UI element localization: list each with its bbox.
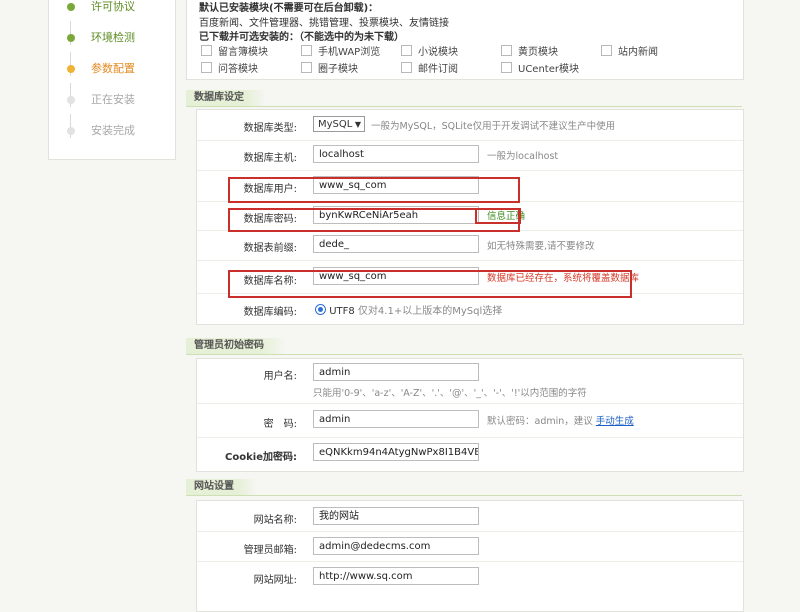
module-option[interactable]: 邮件订阅 (401, 62, 458, 75)
db-name-row: 数据库名称: www_sq_com 数据库已经存在，系统将覆盖数据库 (197, 260, 743, 294)
module-option[interactable]: 手机WAP浏览 (301, 45, 380, 58)
radio-selected-icon[interactable] (315, 304, 326, 315)
db-prefix-input[interactable]: dede_ (313, 235, 479, 253)
db-pass-input[interactable]: bynKwRCeNiAr5eah (313, 206, 479, 224)
site-name-row: 网站名称: 我的网站 (197, 501, 743, 532)
module-option[interactable]: 圈子模块 (301, 62, 358, 75)
admin-settings-panel: 用户名: admin 只能用'0-9'、'a-z'、'A-Z'、'.'、'@'、… (196, 358, 744, 472)
checkbox-icon[interactable] (601, 45, 612, 56)
db-charset-label: 数据库编码: (243, 307, 297, 318)
admin-pass-input[interactable]: admin (313, 410, 479, 428)
db-host-note: 一般为localhost (487, 151, 559, 162)
site-name-label: 网站名称: (253, 515, 297, 526)
db-charset-option[interactable]: UTF8 仅对4.1+以上版本的MySql选择 (315, 302, 502, 317)
db-host-input[interactable]: localhost (313, 145, 479, 163)
step-label: 环境检测 (91, 31, 135, 44)
step-done-dot-icon (67, 3, 75, 11)
site-url-input[interactable]: http://www.sq.com (313, 567, 479, 585)
db-type-note: 一般为MySQL，SQLite仅用于开发调试不建议生产中使用 (371, 121, 616, 132)
installed-modules-title: 默认已安装模块(不需要可在后台卸载)： (199, 3, 379, 14)
step-label: 正在安装 (91, 93, 135, 106)
db-type-row: 数据库类型: MySQL ▼ 一般为MySQL，SQLite仅用于开发调试不建议生… (197, 110, 743, 141)
db-prefix-note: 如无特殊需要,请不要修改 (487, 241, 595, 252)
generate-password-link[interactable]: 手动生成 (596, 416, 634, 427)
db-prefix-label: 数据表前缀: (243, 243, 297, 254)
site-name-input[interactable]: 我的网站 (313, 507, 479, 525)
admin-pass-note: 默认密码：admin，建议 手动生成 (487, 416, 634, 427)
site-email-label: 管理员邮箱: (243, 545, 297, 556)
step-done-dot-icon (67, 34, 75, 42)
optional-modules-title: 已下载并可选安装的：（不能选中的为未下载） (199, 32, 404, 43)
step-current-dot-icon (67, 65, 75, 73)
admin-cookie-input[interactable]: eQNKkm94n4AtygNwPx8I1B4VBacye (313, 443, 479, 461)
admin-pass-label: 密 码: (263, 419, 297, 430)
admin-section-title: 管理员初始密码 (186, 338, 286, 354)
config-content: 默认已安装模块(不需要可在后台卸载)： 百度新闻、文件管理器、挑错管理、投票模块… (186, 0, 744, 612)
db-settings-panel: 数据库类型: MySQL ▼ 一般为MySQL，SQLite仅用于开发调试不建议生… (196, 109, 744, 325)
db-section-header: 数据库设定 (186, 90, 742, 107)
site-section-header: 网站设置 (186, 479, 742, 496)
module-option[interactable]: 小说模块 (401, 45, 458, 58)
admin-pass-row: 密 码: admin 默认密码：admin，建议 手动生成 (197, 403, 743, 438)
modules-panel: 默认已安装模块(不需要可在后台卸载)： 百度新闻、文件管理器、挑错管理、投票模块… (186, 0, 744, 80)
db-user-input[interactable]: www_sq_com (313, 176, 479, 194)
db-host-row: 数据库主机: localhost 一般为localhost (197, 140, 743, 171)
checkbox-icon[interactable] (501, 62, 512, 73)
chevron-down-icon: ▼ (354, 120, 361, 129)
site-url-row: 网站网址: http://www.sq.com (197, 561, 743, 591)
site-email-input[interactable]: admin@dedecms.com (313, 537, 479, 555)
site-email-row: 管理员邮箱: admin@dedecms.com (197, 531, 743, 562)
db-prefix-row: 数据表前缀: dede_ 如无特殊需要,请不要修改 (197, 230, 743, 261)
db-type-select[interactable]: MySQL ▼ (313, 116, 365, 132)
checkbox-icon[interactable] (401, 62, 412, 73)
module-option[interactable]: 问答模块 (201, 62, 258, 75)
module-option[interactable]: 站内新闻 (601, 45, 658, 58)
step-label: 参数配置 (91, 62, 135, 75)
db-pass-row: 数据库密码: bynKwRCeNiAr5eah 信息正确 (197, 201, 743, 231)
site-url-label: 网站网址: (253, 575, 297, 586)
step-pending-dot-icon (67, 96, 75, 104)
admin-user-row: 用户名: admin 只能用'0-9'、'a-z'、'A-Z'、'.'、'@'、… (197, 359, 743, 404)
site-settings-panel: 网站名称: 我的网站 管理员邮箱: admin@dedecms.com 网站网址… (196, 500, 744, 612)
installed-modules-list: 百度新闻、文件管理器、挑错管理、投票模块、友情链接 (199, 18, 449, 29)
db-charset-row: 数据库编码: UTF8 仅对4.1+以上版本的MySql选择 (197, 293, 743, 323)
admin-cookie-row: Cookie加密码: eQNKkm94n4AtygNwPx8I1B4VBacye (197, 437, 743, 470)
db-pass-label: 数据库密码: (243, 214, 297, 225)
admin-section-header: 管理员初始密码 (186, 338, 742, 355)
db-section-title: 数据库设定 (186, 90, 266, 106)
checkbox-icon[interactable] (301, 45, 312, 56)
step-label: 许可协议 (91, 0, 135, 13)
module-option[interactable]: UCenter模块 (501, 62, 579, 75)
module-option[interactable]: 留言簿模块 (201, 45, 268, 58)
admin-user-label: 用户名: (263, 371, 297, 382)
site-section-title: 网站设置 (186, 479, 256, 495)
admin-user-input[interactable]: admin (313, 363, 479, 381)
checkbox-icon[interactable] (201, 45, 212, 56)
db-name-warning-note: 数据库已经存在，系统将覆盖数据库 (487, 273, 640, 284)
db-pass-success-note: 信息正确 (487, 211, 526, 222)
checkbox-icon[interactable] (301, 62, 312, 73)
install-steps-panel: 许可协议 环境检测 参数配置 正在安装 安装完成 (48, 0, 176, 160)
db-user-label: 数据库用户: (243, 184, 297, 195)
db-user-row: 数据库用户: www_sq_com (197, 170, 743, 202)
db-host-label: 数据库主机: (243, 153, 297, 164)
step-pending-dot-icon (67, 127, 75, 135)
db-name-input[interactable]: www_sq_com (313, 267, 479, 285)
checkbox-icon[interactable] (201, 62, 212, 73)
admin-cookie-label: Cookie加密码: (225, 452, 297, 463)
checkbox-icon[interactable] (501, 45, 512, 56)
module-option[interactable]: 黄页模块 (501, 45, 558, 58)
step-label: 安装完成 (91, 124, 135, 137)
db-name-label: 数据库名称: (243, 276, 297, 287)
admin-user-hint: 只能用'0-9'、'a-z'、'A-Z'、'.'、'@'、'_'、'-'、'!'… (313, 388, 587, 399)
checkbox-icon[interactable] (401, 45, 412, 56)
db-type-label: 数据库类型: (243, 123, 297, 134)
